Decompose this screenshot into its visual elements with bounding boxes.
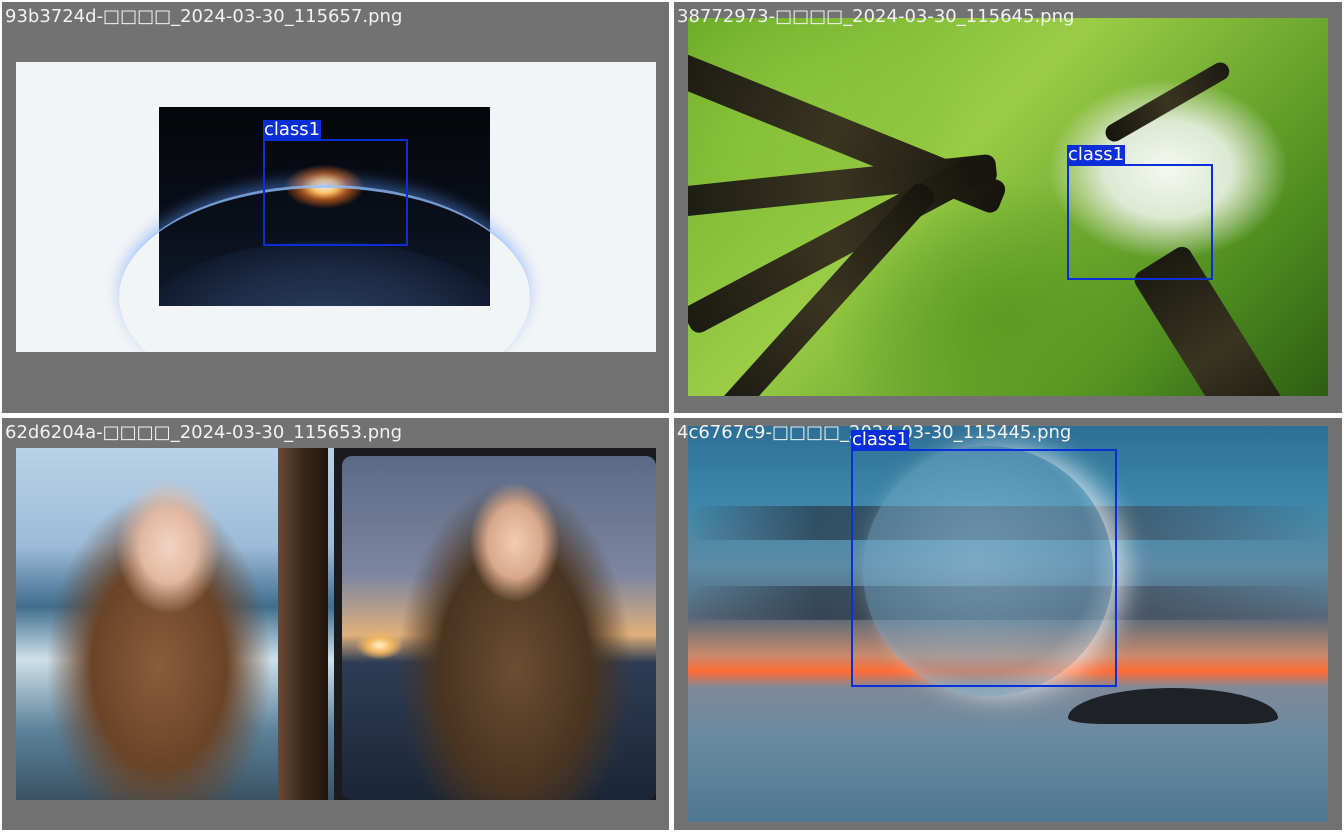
detection-box-4 [851, 449, 1117, 687]
filename-label-2: 38772973-□□□□_2024-03-30_115645.png [677, 6, 1075, 27]
result-cell-2[interactable]: class1 38772973-□□□□_2024-03-30_115645.p… [674, 2, 1342, 413]
detection-label-2: class1 [1067, 144, 1126, 165]
result-cell-1[interactable]: class1 93b3724d-□□□□_2024-03-30_115657.p… [2, 2, 669, 413]
result-cell-3[interactable]: 62d6204a-□□□□_2024-03-30_115653.png [2, 418, 669, 830]
detection-label-1: class1 [263, 119, 322, 140]
rock-island [1068, 688, 1278, 724]
detection-label-4: class1 [851, 429, 910, 450]
result-image-3 [16, 448, 656, 800]
portrait-right [342, 456, 656, 800]
window-frame [278, 448, 328, 800]
detection-box-1 [263, 139, 408, 246]
filename-label-1: 93b3724d-□□□□_2024-03-30_115657.png [5, 6, 403, 27]
detection-box-2 [1067, 164, 1213, 280]
detection-results-grid: class1 93b3724d-□□□□_2024-03-30_115657.p… [0, 0, 1344, 832]
tree-trunk [1102, 59, 1233, 145]
result-image-2 [688, 18, 1328, 396]
filename-label-3: 62d6204a-□□□□_2024-03-30_115653.png [5, 422, 402, 443]
result-cell-4[interactable]: class1 4c6767c9-□□□□_2024-03-30_115445.p… [674, 418, 1342, 830]
